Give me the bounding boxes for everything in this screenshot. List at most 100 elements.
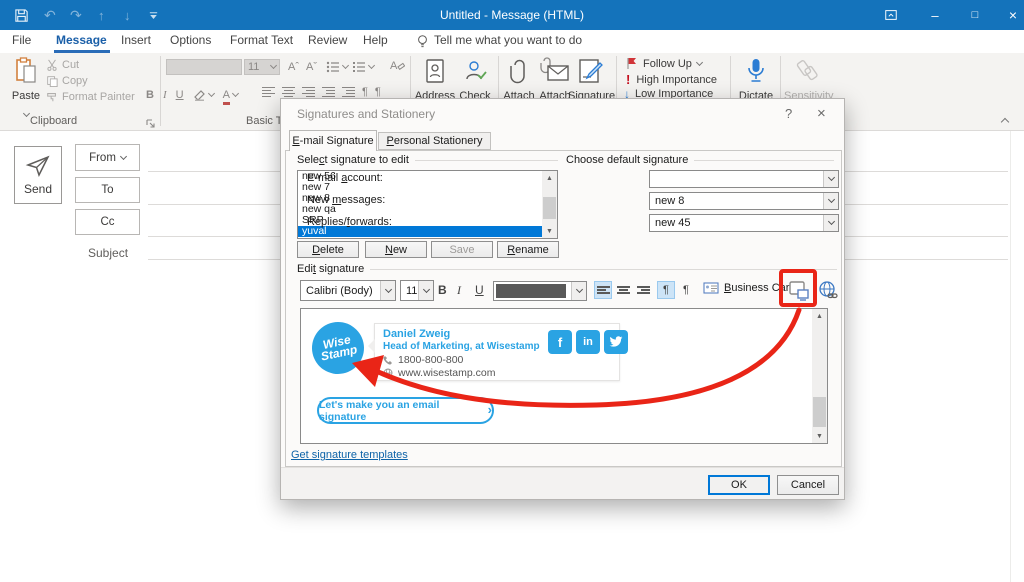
align-left-icon[interactable] xyxy=(262,85,275,99)
follow-up-button[interactable]: Follow Up xyxy=(626,57,702,70)
align-center-button[interactable] xyxy=(614,281,632,299)
to-button[interactable]: To xyxy=(75,177,140,203)
tab-email-signature[interactable]: E-mail Signature xyxy=(289,130,377,151)
combo-arrow-icon[interactable] xyxy=(380,281,395,300)
tab-review[interactable]: Review xyxy=(308,33,347,53)
combo-arrow-icon[interactable] xyxy=(823,215,838,231)
new-button[interactable]: New xyxy=(365,241,427,258)
cc-button[interactable]: Cc xyxy=(75,209,140,235)
attach-file-button[interactable]: Attach xyxy=(502,57,536,102)
ok-button[interactable]: OK xyxy=(708,475,770,495)
scrollbar-thumb[interactable] xyxy=(543,197,556,219)
bold-button[interactable]: B xyxy=(438,283,447,297)
check-names-icon xyxy=(462,57,488,85)
copy-button[interactable]: Copy xyxy=(46,75,88,87)
edit-signature-heading: Edit signature xyxy=(297,263,837,275)
grow-font-icon[interactable]: Aˆ xyxy=(288,61,299,73)
scissors-icon xyxy=(46,59,58,71)
signature-edit-area[interactable]: Wise Stamp Daniel Zweig Head of Marketin… xyxy=(300,308,828,444)
combo-arrow-icon[interactable] xyxy=(823,171,838,187)
maximize-button[interactable]: □ xyxy=(956,0,994,30)
scroll-down-icon[interactable]: ▼ xyxy=(542,224,557,238)
facebook-icon[interactable]: f xyxy=(548,330,572,354)
underline-icon[interactable]: U xyxy=(176,89,184,101)
send-button[interactable]: Send xyxy=(14,146,62,204)
list-scrollbar[interactable]: ▲ ▼ xyxy=(542,171,557,238)
dialog-close-button[interactable]: × xyxy=(817,105,826,122)
tab-format-text[interactable]: Format Text xyxy=(230,33,293,53)
align-right-button[interactable] xyxy=(634,281,652,299)
delete-button[interactable]: Delete xyxy=(297,241,359,258)
ltr-direction-button[interactable]: ¶ xyxy=(657,281,675,299)
edit-area-scrollbar[interactable]: ▲ ▼ xyxy=(812,309,827,443)
paste-button[interactable]: Paste xyxy=(8,57,44,121)
italic-icon[interactable]: I xyxy=(163,89,167,101)
insert-hyperlink-button[interactable] xyxy=(817,280,839,305)
make-signature-cta-button[interactable]: Let's make you an email signature › xyxy=(317,397,494,424)
tab-insert[interactable]: Insert xyxy=(121,33,151,53)
tell-me-box[interactable]: Tell me what you want to do xyxy=(434,33,582,53)
scroll-up-icon[interactable]: ▲ xyxy=(542,171,557,185)
clear-formatting-icon[interactable]: A xyxy=(390,60,405,72)
get-signature-templates-link[interactable]: Get signature templates xyxy=(291,449,408,461)
font-color-icon[interactable]: A xyxy=(223,85,238,105)
scroll-up-icon[interactable]: ▲ xyxy=(812,309,827,323)
sensitivity-button[interactable]: Sensitivity xyxy=(784,57,830,102)
tab-file[interactable]: File xyxy=(12,33,31,53)
dialog-help-button[interactable]: ? xyxy=(785,106,792,121)
business-card-button[interactable]: Business Card xyxy=(703,282,796,294)
scrollbar-thumb[interactable] xyxy=(813,397,826,427)
bold-icon[interactable]: B xyxy=(146,89,154,101)
signature-button[interactable]: Signature xyxy=(568,57,612,102)
align-right-icon[interactable] xyxy=(302,85,315,99)
numbering-icon[interactable] xyxy=(352,61,374,73)
minimize-button[interactable]: – xyxy=(916,0,954,30)
high-importance-button[interactable]: ! High Importance xyxy=(626,72,717,87)
tab-personal-stationery[interactable]: Personal Stationery xyxy=(378,132,491,150)
font-color-combo[interactable] xyxy=(493,281,587,301)
highlight-color-icon[interactable] xyxy=(193,89,214,101)
shrink-font-icon[interactable]: Aˇ xyxy=(306,61,317,73)
increase-indent-icon[interactable] xyxy=(342,85,355,99)
rename-button[interactable]: Rename xyxy=(497,241,559,258)
combo-arrow-icon[interactable] xyxy=(571,282,586,300)
twitter-icon[interactable] xyxy=(604,330,628,354)
collapse-ribbon-icon[interactable] xyxy=(1001,118,1009,126)
ltr-paragraph-icon[interactable]: ¶ xyxy=(362,86,368,98)
cta-arrow-icon: › xyxy=(488,402,492,417)
paste-dropdown-icon[interactable] xyxy=(22,110,29,117)
rtl-paragraph-icon[interactable]: ¶ xyxy=(375,86,381,98)
tab-options[interactable]: Options xyxy=(170,33,211,53)
combo-arrow-icon[interactable] xyxy=(823,193,838,209)
ribbon-display-options-icon[interactable] xyxy=(872,0,910,30)
close-button[interactable]: × xyxy=(994,0,1024,30)
new-messages-combo[interactable]: new 8 xyxy=(649,192,839,210)
align-left-button[interactable] xyxy=(594,281,612,299)
align-center-icon[interactable] xyxy=(282,85,295,99)
bullets-icon[interactable] xyxy=(326,61,348,73)
combo-arrow-icon[interactable] xyxy=(418,281,433,300)
format-painter-button[interactable]: Format Painter xyxy=(46,91,135,103)
email-account-combo[interactable] xyxy=(649,170,839,188)
cancel-button[interactable]: Cancel xyxy=(777,475,839,495)
replies-forwards-combo[interactable]: new 45 xyxy=(649,214,839,232)
insert-picture-button[interactable] xyxy=(787,279,811,306)
font-size-combo[interactable]: 11 xyxy=(244,59,280,75)
scroll-down-icon[interactable]: ▼ xyxy=(812,429,827,443)
signature-font-combo[interactable]: Calibri (Body) xyxy=(300,280,396,301)
check-names-button[interactable]: Check xyxy=(456,57,494,102)
rtl-direction-button[interactable]: ¶ xyxy=(677,281,695,299)
font-name-combo[interactable] xyxy=(166,59,242,75)
from-button[interactable]: From xyxy=(75,144,140,171)
signature-size-combo[interactable]: 11 xyxy=(400,280,434,301)
dictate-button[interactable]: Dictate xyxy=(736,57,776,102)
decrease-indent-icon[interactable] xyxy=(322,85,335,99)
clipboard-dialog-launcher-icon[interactable] xyxy=(146,116,156,134)
address-book-button[interactable]: Address xyxy=(414,57,456,102)
linkedin-icon[interactable]: in xyxy=(576,330,600,354)
italic-button[interactable]: I xyxy=(457,283,461,298)
cut-button[interactable]: Cut xyxy=(46,59,79,71)
tab-help[interactable]: Help xyxy=(363,33,388,53)
underline-button[interactable]: U xyxy=(475,283,484,297)
save-button[interactable]: Save xyxy=(431,241,493,258)
